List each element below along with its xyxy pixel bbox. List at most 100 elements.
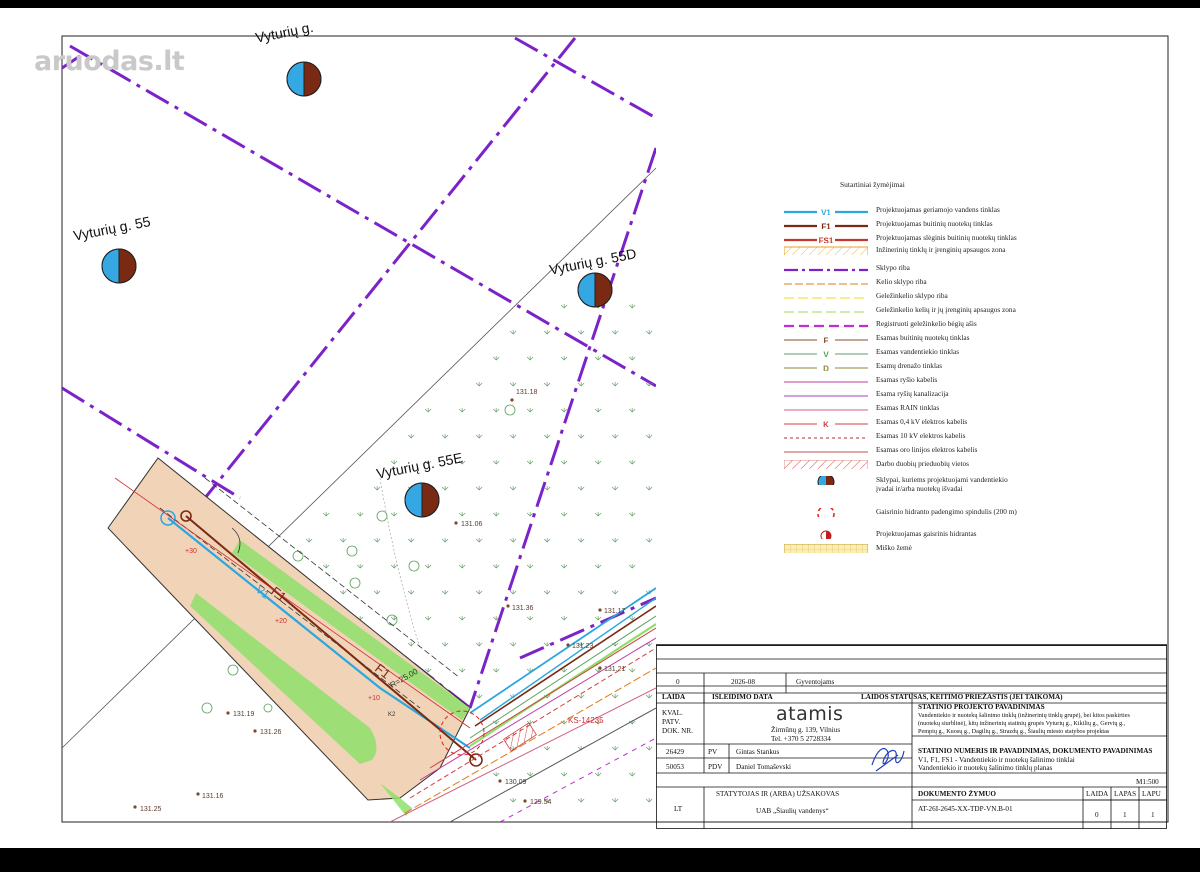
legend-item-label: Esamas oro linijos elektros kabelis — [876, 445, 978, 454]
legend-item: Darbo duobių prieduobių vietos — [784, 458, 1084, 470]
legend-swatch: F1 — [784, 221, 868, 230]
legend-item: V1 Projektuojamas geriamojo vandens tinkl… — [784, 204, 1084, 216]
person2-number: 50053 — [666, 763, 684, 771]
legend-swatch — [784, 283, 868, 285]
svg-text:K: K — [823, 421, 829, 428]
legend-swatch — [784, 324, 868, 328]
plot-connection-symbols — [101, 61, 613, 518]
company-address: Žirmūnų g. 139, Vilnius — [771, 726, 841, 734]
legend-item-label: Esamų drenažo tinklas — [876, 361, 943, 370]
legend-item: Esama ryšių kanalizacija — [784, 388, 1084, 400]
svg-text:V: V — [823, 351, 829, 358]
node-code: K2 — [388, 712, 396, 718]
elev-label: 131.17 — [604, 608, 626, 615]
aruodas-watermark: aruodas.lt — [34, 46, 185, 77]
legend-item-label: įvadai ir/arba nuotekų išvadai — [876, 484, 963, 493]
statinio-line2: Vandentiekio ir nuotekų šalinimo tinklų … — [918, 764, 1053, 772]
owner-heading: STATYTOJAS IR (ARBA) UŽSAKOVAS — [716, 790, 840, 798]
legend-item-label: Esamas vandentiekio tinklas — [876, 347, 960, 356]
signature-icon — [871, 747, 905, 772]
legend-item-label: Miško žemė — [876, 543, 912, 552]
svg-text:F1: F1 — [821, 223, 831, 230]
legend-item-label: Geležinkelio sklypo riba — [876, 291, 948, 300]
legend-title: Sutartiniai žymėjimai — [840, 180, 905, 189]
legend-item-label: Projektuojamas buitinių nuotekų tinklas — [876, 219, 993, 228]
legend-item: Kelio sklypo riba — [784, 276, 1084, 288]
legend-item-label: Projektuojamas geriamojo vandens tinklas — [876, 205, 1000, 214]
legend-swatch: V — [784, 349, 868, 358]
legend-swatch — [817, 508, 835, 517]
drawing-scale: M1:500 — [1136, 778, 1159, 786]
company-phone: Tel. +370 5 2728334 — [771, 735, 831, 743]
legend-item-label: Projektuojamas gaisrinis hidrantas — [876, 529, 977, 538]
legend-item: Esamas oro linijos elektros kabelis — [784, 444, 1084, 456]
legend-item: Geležinkelio kelių ir jų įrenginių apsau… — [784, 304, 1084, 316]
legend-swatch: K — [784, 419, 868, 428]
legend-item-label: Sklypai, kuriems projektuojami vandentie… — [876, 475, 1008, 484]
revision-date: 2026-08 — [731, 678, 755, 686]
project-name-text: Vandentiekio ir nuotekų šalinimo tinklų … — [918, 712, 1130, 735]
legend-swatch: D — [784, 363, 868, 372]
legend-item: Esamas ryšio kabelis — [784, 374, 1084, 386]
legend-item: Sklypai, kuriems projektuojami vandentie… — [784, 474, 1084, 493]
legend-item-label: Inžinerinių tinklų ir įrenginių apsaugos… — [876, 245, 1006, 254]
legend-swatch — [784, 381, 868, 383]
legend-item-label: Esama ryšių kanalizacija — [876, 389, 949, 398]
elev-label: 131.36 — [512, 605, 534, 612]
svg-text:V1: V1 — [821, 209, 831, 216]
legend-swatch: FS1 — [784, 235, 868, 244]
legend-item: Gaisrinio hidranto padengimo spindulis (… — [784, 506, 1084, 518]
elev-label: 131.16 — [202, 793, 224, 800]
legend-item: D Esamų drenažo tinklas — [784, 360, 1084, 372]
legend-item: FS1 Projektuojamas slėginis buitinių nuot… — [784, 232, 1084, 244]
legend-item-label: Esamas 0,4 kV elektros kabelis — [876, 417, 968, 426]
legend-swatch — [784, 268, 868, 272]
person1-role: PV — [708, 748, 718, 756]
svg-text:F: F — [824, 337, 829, 344]
person2-role: PDV — [708, 763, 723, 771]
legend-item: K Esamas 0,4 kV elektros kabelis — [784, 416, 1084, 428]
legend-item: Sklypo riba — [784, 262, 1084, 274]
header-lapu: LAPU — [1142, 790, 1161, 798]
svg-text:FS1: FS1 — [819, 237, 834, 244]
project-name-heading: STATINIO PROJEKTO PAVADINIMAS — [918, 703, 1045, 711]
chainage: +20 — [275, 618, 287, 625]
statinio-line1: V1, F1, FS1 - Vandentiekio ir nuotekų ša… — [918, 756, 1075, 764]
legend-swatch — [820, 530, 832, 539]
revision-number: 0 — [676, 678, 680, 686]
legend-item: F1 Projektuojamas buitinių nuotekų tinkla… — [784, 218, 1084, 230]
legend-swatch — [784, 460, 868, 469]
chainage: +30 — [185, 548, 197, 555]
elev-label: 131.19 — [233, 711, 255, 718]
header-laida: LAIDA — [662, 693, 686, 701]
lapas-value: 1 — [1123, 811, 1127, 819]
node-code: KS-14235 — [568, 716, 604, 725]
header-date: IŠLEIDIMO DATA — [712, 693, 773, 701]
person2-name: Daniel Tomaševski — [736, 763, 792, 771]
laida-value: 0 — [1095, 811, 1099, 819]
legend-swatch — [784, 451, 868, 453]
legend-swatch — [784, 409, 868, 411]
country-code: LT — [674, 805, 683, 813]
legend-item: Esamas 10 kV elektros kabelis — [784, 430, 1084, 442]
legend-item: Registruoti geležinkelio bėgių ašis — [784, 318, 1084, 330]
legend-swatch — [817, 476, 835, 485]
lapu-value: 1 — [1151, 811, 1155, 819]
elev-label: 129.54 — [530, 799, 552, 806]
elev-label: 131.26 — [260, 729, 282, 736]
elev-label: 131.21 — [604, 666, 626, 673]
legend-swatch: F — [784, 335, 868, 344]
title-block: 0 2026-08 Gyventojams LAIDA IŠLEIDIMO DA… — [656, 637, 1167, 829]
legend-swatch — [784, 246, 868, 255]
svg-text:D: D — [823, 365, 829, 372]
header-laida-2: LAIDA — [1086, 790, 1109, 798]
legend-swatch — [784, 311, 868, 313]
drawing-sheet: 131.18 131.06 131.36 131.17 131.23 131.2… — [0, 8, 1200, 848]
person1-number: 26429 — [666, 748, 684, 756]
legend-item: Esamas RAIN tinklas — [784, 402, 1084, 414]
document-code-heading: DOKUMENTO ŽYMUO — [918, 790, 996, 798]
elev-label: 131.06 — [461, 521, 483, 528]
company-logo: atamis — [776, 703, 844, 725]
document-code: AT-26I-2645-XX-TDP-VN.B-01 — [918, 805, 1013, 813]
owner-name: UAB „Šiaulių vandenys“ — [756, 807, 829, 815]
